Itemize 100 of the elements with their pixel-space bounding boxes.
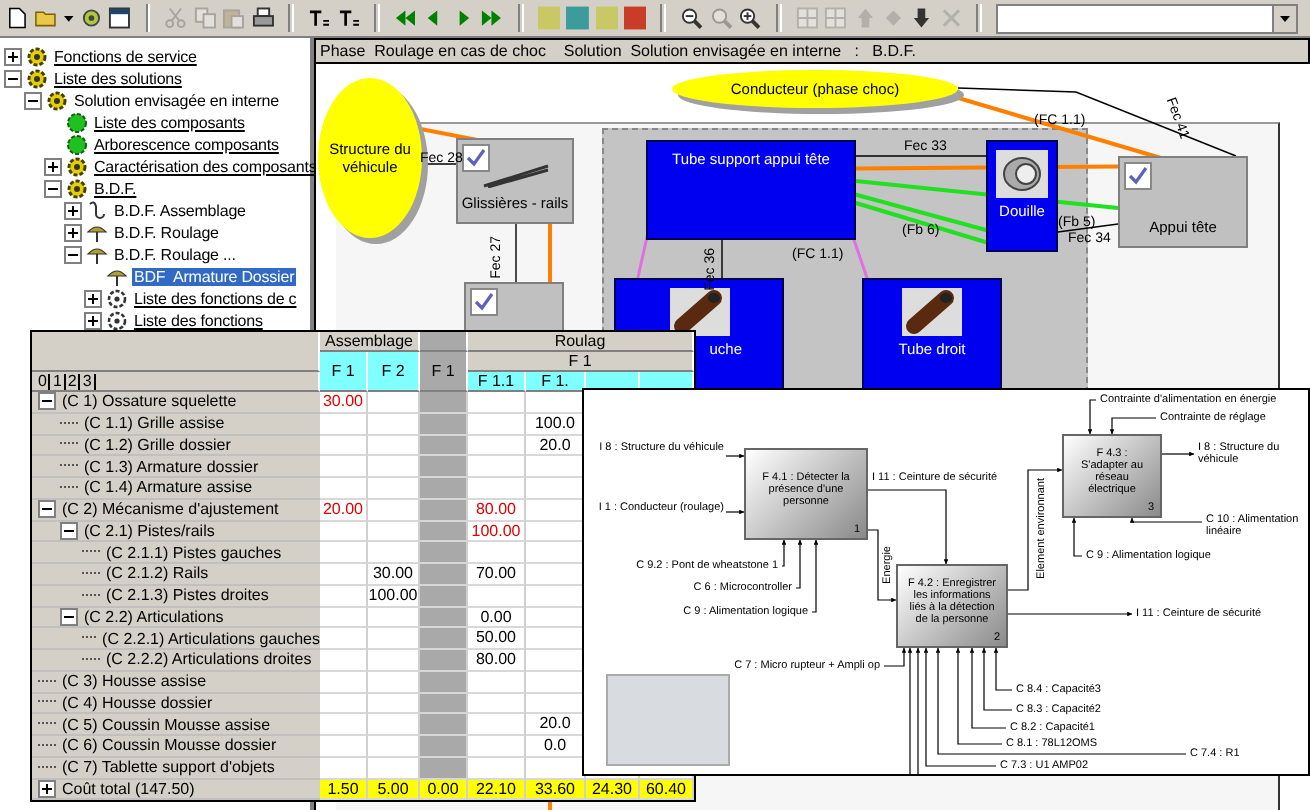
total-cell: 5.00 bbox=[368, 779, 420, 800]
table-cell bbox=[468, 757, 526, 779]
level-button[interactable]: 3 bbox=[80, 374, 96, 390]
table-cell: 80.00 bbox=[468, 650, 526, 672]
gear-icon bbox=[106, 310, 128, 332]
table-cell bbox=[468, 392, 526, 414]
new-document-icon[interactable] bbox=[6, 6, 29, 30]
tree-item[interactable]: Solution envisagée en interne bbox=[72, 92, 282, 110]
expander-icon[interactable] bbox=[60, 607, 78, 626]
table-cell: 100.00 bbox=[468, 521, 526, 543]
expander-icon[interactable] bbox=[44, 180, 62, 198]
printer-icon[interactable] bbox=[251, 6, 275, 30]
tree-item[interactable]: B.D.F. Assemblage bbox=[112, 202, 248, 220]
table-cell bbox=[320, 542, 368, 564]
tree-item[interactable]: Liste des solutions bbox=[52, 70, 184, 88]
umbrella-icon bbox=[86, 222, 108, 244]
umbrella-icon bbox=[106, 266, 128, 288]
table-cell bbox=[368, 499, 420, 521]
total-cell: 0.00 bbox=[420, 779, 468, 800]
window-icon[interactable] bbox=[108, 6, 132, 30]
expander-icon[interactable] bbox=[64, 246, 82, 264]
expander-icon[interactable] bbox=[44, 158, 62, 176]
expander-icon[interactable] bbox=[84, 290, 102, 308]
table-cell bbox=[468, 585, 526, 607]
table-cell bbox=[368, 607, 420, 629]
expander-icon[interactable] bbox=[38, 779, 56, 798]
tree-item[interactable]: Liste des composants bbox=[92, 114, 247, 132]
table-cell bbox=[320, 607, 368, 629]
zoom-in-icon[interactable] bbox=[738, 6, 762, 30]
table-cell bbox=[368, 521, 420, 543]
tree-item[interactable]: Caractérisation des composants bbox=[92, 158, 319, 176]
table-cell: 20.00 bbox=[320, 499, 368, 521]
expander-icon[interactable] bbox=[38, 500, 56, 519]
level-button[interactable]: 2 bbox=[65, 374, 81, 390]
tree-item[interactable]: Fonctions de service bbox=[52, 48, 199, 66]
text-icon[interactable] bbox=[337, 6, 361, 30]
table-cell bbox=[320, 585, 368, 607]
gear-icon bbox=[66, 134, 88, 156]
tree-item[interactable]: B.D.F. bbox=[92, 180, 139, 198]
down-arrow-icon[interactable] bbox=[910, 6, 934, 30]
square-icon[interactable] bbox=[624, 6, 647, 30]
table-cell bbox=[368, 757, 420, 779]
row-label: (C 3) Housse assise bbox=[62, 672, 207, 691]
table-cell bbox=[320, 628, 368, 650]
expander-icon[interactable] bbox=[24, 92, 42, 110]
gear-icon bbox=[26, 68, 48, 90]
level-button[interactable]: 0 bbox=[36, 374, 51, 390]
row-label: (C 1.3) Armature dossier bbox=[84, 457, 259, 476]
row-label: (C 2.2.1) Articulations gauches bbox=[102, 629, 320, 648]
hook-icon bbox=[86, 200, 108, 222]
tree-line bbox=[38, 765, 56, 770]
tree-line bbox=[60, 485, 78, 490]
tree-item[interactable]: Arborescence composants bbox=[92, 136, 281, 154]
dropdown-field[interactable] bbox=[996, 3, 1298, 33]
table-cell bbox=[420, 650, 468, 672]
gear-icon bbox=[66, 178, 88, 200]
checkbox[interactable] bbox=[470, 288, 498, 316]
zoom-out-icon[interactable] bbox=[680, 6, 704, 30]
folder-icon[interactable] bbox=[34, 6, 58, 30]
tree-item[interactable]: Liste des fonctions de c bbox=[132, 290, 299, 308]
table-cell bbox=[368, 392, 420, 414]
tree-item[interactable]: Liste des fonctions bbox=[132, 312, 265, 330]
tree-item[interactable]: B.D.F. Roulage ... bbox=[112, 246, 238, 264]
expander-icon[interactable] bbox=[64, 224, 82, 242]
tree-item[interactable]: BDF Armature Dossier bbox=[132, 268, 297, 286]
expander-icon[interactable] bbox=[60, 521, 78, 540]
expander-icon[interactable] bbox=[64, 202, 82, 220]
table-cell bbox=[368, 736, 420, 758]
double-left-arrow-icon[interactable] bbox=[394, 6, 417, 30]
table-cell bbox=[320, 521, 368, 543]
table-cell: 0.00 bbox=[468, 607, 526, 629]
tree-item[interactable]: B.D.F. Roulage bbox=[112, 224, 221, 242]
expander-icon[interactable] bbox=[4, 48, 22, 66]
total-cell: 33.60 bbox=[526, 779, 586, 800]
text-icon[interactable] bbox=[308, 6, 332, 30]
expander-icon[interactable] bbox=[38, 392, 56, 411]
expander-icon[interactable] bbox=[4, 70, 22, 88]
gear-icon bbox=[66, 156, 88, 178]
table-cell bbox=[368, 693, 420, 715]
double-right-arrow-icon[interactable] bbox=[480, 6, 504, 30]
table-cell bbox=[420, 478, 468, 500]
caret-icon[interactable] bbox=[1280, 15, 1290, 21]
row-label: (C 5) Coussin Mousse assise bbox=[62, 715, 271, 734]
table-cell: 100.00 bbox=[368, 585, 420, 607]
table-cell bbox=[468, 736, 526, 758]
column-group-header: F 1 bbox=[468, 352, 694, 372]
table-cell bbox=[320, 757, 368, 779]
table-cell bbox=[320, 693, 368, 715]
table-cell bbox=[468, 413, 526, 435]
table-cell bbox=[468, 435, 526, 457]
photo-placeholder bbox=[606, 674, 730, 766]
checkbox[interactable] bbox=[462, 144, 490, 172]
tree-line bbox=[38, 722, 56, 727]
gear-icon[interactable] bbox=[79, 6, 103, 30]
table-cell: 30.00 bbox=[368, 564, 420, 586]
level-button[interactable]: 1 bbox=[50, 374, 66, 390]
table-cell bbox=[420, 628, 468, 650]
table-cell bbox=[420, 456, 468, 478]
checkbox[interactable] bbox=[1124, 162, 1152, 190]
expander-icon[interactable] bbox=[84, 312, 102, 330]
